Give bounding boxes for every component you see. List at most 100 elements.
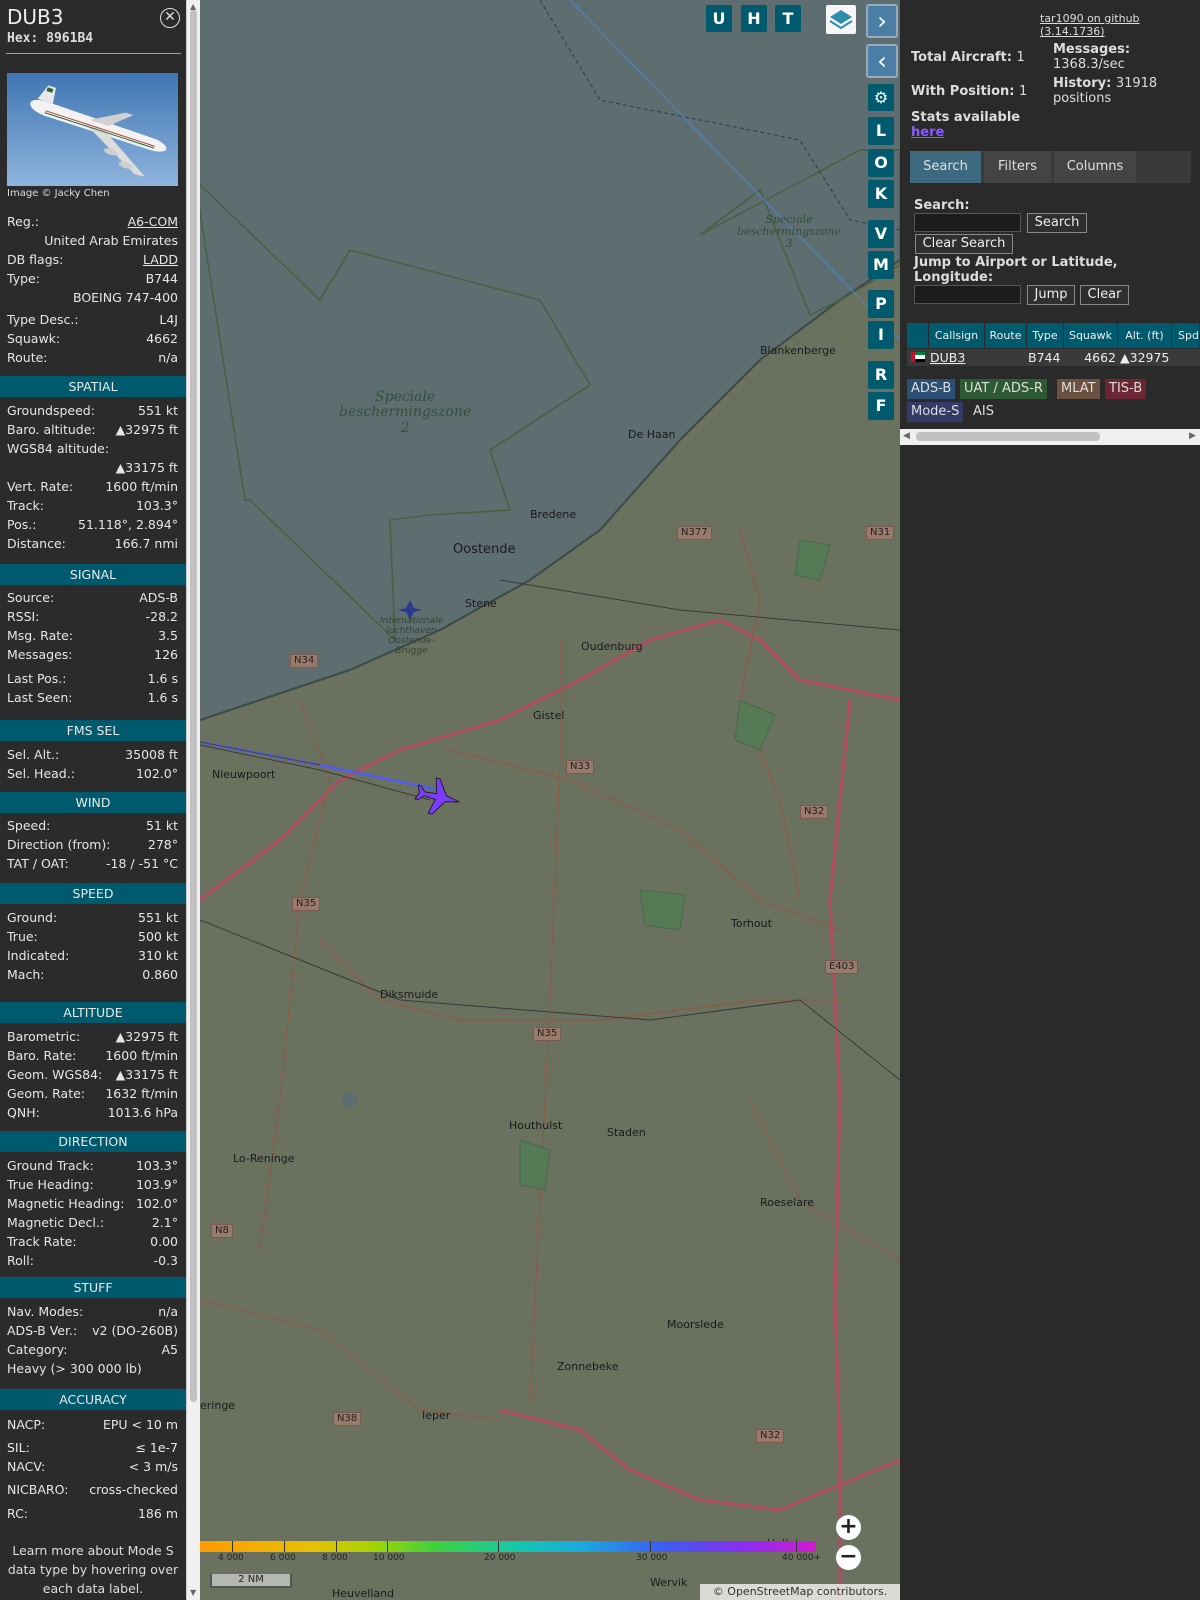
clear-button[interactable]: Clear	[1080, 285, 1129, 305]
data-label[interactable]: QNH:	[7, 1105, 40, 1123]
data-label[interactable]: Track Rate:	[7, 1234, 77, 1252]
github-link[interactable]: tar1090 on github (3.14.1736)	[1040, 12, 1200, 38]
data-label[interactable]: Baro. altitude:	[7, 422, 96, 440]
sidebar-scrollbar[interactable]: ▲ ▼	[186, 0, 200, 1600]
data-label[interactable]: True:	[7, 929, 38, 947]
map-button-k[interactable]: K	[868, 180, 894, 208]
close-icon[interactable]: ✕	[160, 8, 180, 28]
map-attribution[interactable]: © OpenStreetMap contributors.	[700, 1584, 900, 1600]
zoom-out-icon[interactable]: −	[836, 1545, 861, 1570]
data-label[interactable]: Sel. Head.:	[7, 766, 75, 784]
badge-modes[interactable]: Mode-S	[907, 402, 964, 422]
map-button-i[interactable]: I	[868, 321, 894, 349]
map-button-f[interactable]: F	[868, 392, 894, 420]
data-label[interactable]: Geom. WGS84:	[7, 1067, 102, 1085]
layers-icon[interactable]	[826, 5, 856, 34]
data-label[interactable]: Nav. Modes:	[7, 1304, 83, 1322]
stats-link[interactable]: here	[911, 125, 944, 140]
table-header-callsign[interactable]: Callsign	[929, 323, 985, 348]
row-callsign[interactable]: DUB3	[930, 349, 965, 366]
tab-columns[interactable]: Columns	[1054, 151, 1136, 183]
badge-adsb[interactable]: ADS-B	[907, 379, 956, 399]
map-button-p[interactable]: P	[868, 290, 894, 318]
chevron-left-icon[interactable]: ‹	[866, 44, 898, 78]
data-label[interactable]: Magnetic Decl.:	[7, 1215, 104, 1233]
data-label[interactable]: Baro. Rate:	[7, 1048, 76, 1066]
table-header-squawk[interactable]: Squawk	[1064, 323, 1118, 348]
tab-filters[interactable]: Filters	[984, 151, 1051, 183]
map-button-r[interactable]: R	[868, 361, 894, 389]
data-label[interactable]: Msg. Rate:	[7, 628, 73, 646]
badge-uat[interactable]: UAT / ADS-R	[960, 379, 1047, 399]
chevron-right-icon[interactable]: ›	[866, 4, 898, 38]
map-button-o[interactable]: O	[868, 149, 894, 177]
map-button-t[interactable]: T	[775, 5, 801, 32]
data-label[interactable]: SIL:	[7, 1440, 30, 1458]
settings-gear-icon[interactable]: ⚙	[868, 84, 894, 111]
data-label[interactable]: Sel. Alt.:	[7, 747, 59, 765]
data-label[interactable]: NACP:	[7, 1417, 45, 1435]
table-header-speed[interactable]: Spd	[1172, 323, 1200, 348]
data-label[interactable]: Roll:	[7, 1253, 34, 1271]
map-button-l[interactable]: L	[868, 117, 894, 145]
badge-mlat[interactable]: MLAT	[1057, 379, 1100, 399]
data-label[interactable]: RC:	[7, 1506, 28, 1524]
data-label[interactable]: WGS84 altitude:	[7, 441, 109, 459]
zoom-in-icon[interactable]: +	[836, 1515, 861, 1540]
data-label[interactable]: Heavy (> 300 000 lb)	[7, 1361, 142, 1379]
table-header-alt[interactable]: Alt. (ft)	[1118, 323, 1172, 348]
data-label[interactable]: Source:	[7, 590, 54, 608]
map-button-v[interactable]: V	[868, 220, 894, 248]
data-label[interactable]: Direction (from):	[7, 837, 111, 855]
data-label[interactable]: NICBARO:	[7, 1482, 68, 1500]
data-label[interactable]: Messages:	[7, 647, 73, 665]
map-button-u[interactable]: U	[706, 5, 732, 32]
data-label[interactable]: Category:	[7, 1342, 67, 1360]
detail-value[interactable]: LADD	[143, 252, 178, 270]
data-label[interactable]: TAT / OAT:	[7, 856, 69, 874]
aircraft-marker[interactable]	[413, 775, 464, 820]
data-label[interactable]: True Heading:	[7, 1177, 94, 1195]
data-label[interactable]: Magnetic Heading:	[7, 1196, 124, 1214]
data-label[interactable]: NACV:	[7, 1459, 45, 1477]
search-input[interactable]	[914, 213, 1021, 232]
scroll-right-icon[interactable]: ▶	[1189, 431, 1196, 441]
table-header-route[interactable]: Route	[985, 323, 1027, 348]
data-label[interactable]: ADS-B Ver.:	[7, 1323, 77, 1341]
scroll-left-icon[interactable]: ◀	[903, 431, 910, 441]
map-view[interactable]: Speciale beschermingszone 2 Speciale bes…	[200, 0, 900, 1600]
table-horizontal-scrollbar[interactable]: ◀ ▶	[900, 429, 1200, 445]
data-label[interactable]: Groundspeed:	[7, 403, 95, 421]
map-button-h[interactable]: H	[741, 5, 767, 32]
table-header-type[interactable]: Type	[1027, 323, 1064, 348]
data-label[interactable]: RSSI:	[7, 609, 39, 627]
tab-search[interactable]: Search	[910, 151, 981, 183]
map-button-m[interactable]: M	[868, 251, 894, 279]
jump-input[interactable]	[914, 285, 1021, 304]
data-row: Baro. Rate: 1600 ft/min	[7, 1048, 178, 1066]
road-badge: N32	[800, 805, 829, 819]
data-label[interactable]: Distance:	[7, 536, 66, 554]
horizontal-scrollbar-thumb[interactable]	[916, 432, 1100, 441]
data-label[interactable]: Ground:	[7, 910, 57, 928]
data-label[interactable]: Speed:	[7, 818, 50, 836]
detail-value[interactable]: A6-COM	[128, 214, 178, 232]
data-label[interactable]: Last Pos.:	[7, 671, 66, 689]
data-label[interactable]: Barometric:	[7, 1029, 80, 1047]
data-label[interactable]: Vert. Rate:	[7, 479, 73, 497]
data-label[interactable]: Pos.:	[7, 517, 36, 535]
jump-button[interactable]: Jump	[1027, 285, 1075, 305]
aircraft-photo[interactable]	[7, 73, 178, 186]
scroll-down-icon[interactable]: ▼	[190, 1588, 196, 1597]
data-label[interactable]: Indicated:	[7, 948, 69, 966]
clear-search-button[interactable]: Clear Search	[915, 234, 1013, 254]
data-label[interactable]: Geom. Rate:	[7, 1086, 85, 1104]
data-label[interactable]: Track:	[7, 498, 44, 516]
data-label[interactable]: Ground Track:	[7, 1158, 94, 1176]
scrollbar-thumb[interactable]	[190, 10, 197, 1402]
search-button[interactable]: Search	[1027, 213, 1087, 233]
badge-ais[interactable]: AIS	[969, 402, 998, 422]
badge-tisb[interactable]: TIS-B	[1105, 379, 1147, 399]
data-label[interactable]: Mach:	[7, 967, 44, 985]
data-label[interactable]: Last Seen:	[7, 690, 72, 708]
